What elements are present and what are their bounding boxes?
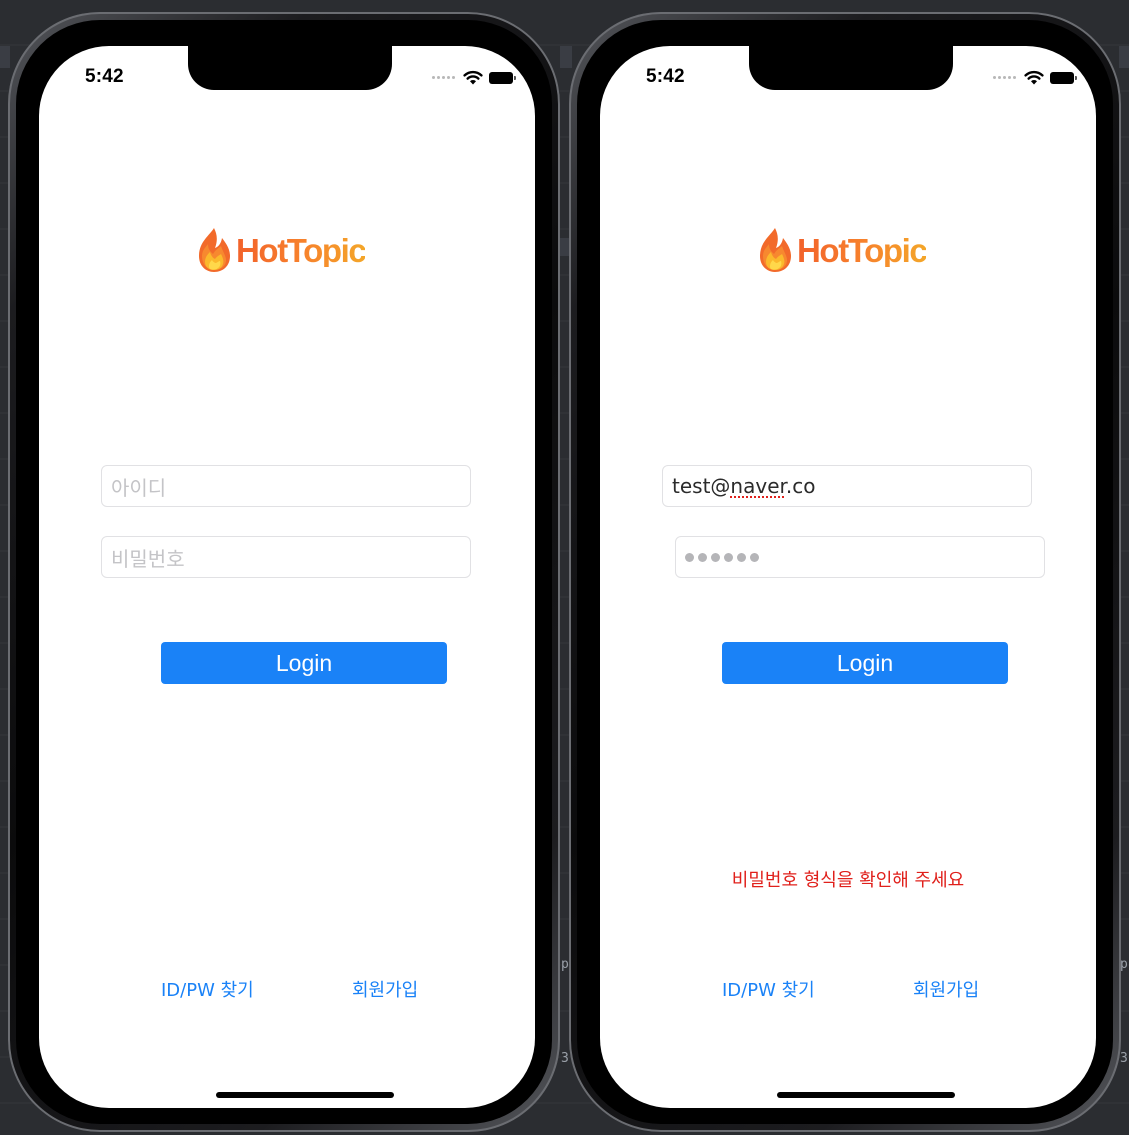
phone-frame-right: 5:42 HotTopic test@naver.co Login 비밀번호 형… xyxy=(569,12,1121,1132)
find-id-pw-link[interactable]: ID/PW 찾기 xyxy=(161,976,254,1002)
status-icons xyxy=(432,70,516,85)
signup-link[interactable]: 회원가입 xyxy=(913,976,979,1002)
status-time: 5:42 xyxy=(85,66,124,87)
signal-icon xyxy=(993,76,1016,79)
notch xyxy=(188,46,392,90)
phone-frame-left: 5:42 HotTopic 아이디 비밀번호 Login ID/PW 찾기 회원… xyxy=(8,12,560,1132)
login-button[interactable]: Login xyxy=(161,642,447,684)
editor-tab-strip-left xyxy=(0,46,10,68)
app-logo: HotTopic xyxy=(194,226,367,274)
login-button[interactable]: Login xyxy=(722,642,1008,684)
battery-icon xyxy=(489,71,516,84)
editor-tab-strip-middle xyxy=(560,46,572,68)
wifi-icon xyxy=(463,70,483,85)
flame-icon xyxy=(199,228,230,272)
logo-text: HotTopic xyxy=(236,231,367,269)
editor-glyph: 3 xyxy=(561,1051,569,1066)
phone-bezel: 5:42 HotTopic xyxy=(16,20,552,1124)
password-dot xyxy=(711,552,720,562)
home-indicator xyxy=(777,1092,955,1098)
editor-glyph: 3 xyxy=(1120,1051,1128,1066)
password-input[interactable] xyxy=(675,536,1045,578)
app-logo: HotTopic xyxy=(755,226,928,274)
password-dot xyxy=(737,552,746,562)
status-icons xyxy=(993,70,1077,85)
signal-icon xyxy=(432,76,455,79)
editor-glyph: p xyxy=(1120,957,1128,972)
id-value: test@naver.co xyxy=(672,474,815,498)
logo-text: HotTopic xyxy=(797,231,928,269)
id-value-misspelled: naver xyxy=(730,474,786,498)
find-id-pw-link[interactable]: ID/PW 찾기 xyxy=(722,976,815,1002)
id-input[interactable]: 아이디 xyxy=(101,465,471,507)
login-screen-error: 5:42 HotTopic test@naver.co Login 비밀번호 형… xyxy=(600,46,1096,1108)
login-screen-empty: 5:42 HotTopic 아이디 비밀번호 Login ID/PW 찾기 회원… xyxy=(39,46,535,1108)
password-dot xyxy=(685,552,694,562)
editor-glyph: p xyxy=(561,957,569,972)
battery-icon xyxy=(1050,71,1077,84)
status-time: 5:42 xyxy=(646,66,685,87)
id-value-suffix: .co xyxy=(785,474,816,498)
error-message: 비밀번호 형식을 확인해 주세요 xyxy=(731,870,965,891)
id-input[interactable]: test@naver.co xyxy=(662,465,1032,507)
id-value-prefix: test@ xyxy=(672,474,731,498)
password-mask xyxy=(685,552,759,562)
password-placeholder: 비밀번호 xyxy=(111,546,185,571)
wifi-icon xyxy=(1024,70,1044,85)
home-indicator xyxy=(216,1092,394,1098)
signup-link[interactable]: 회원가입 xyxy=(352,976,418,1002)
flame-icon xyxy=(760,228,791,272)
password-dot xyxy=(750,552,759,562)
password-dot xyxy=(724,552,733,562)
editor-tab-strip-right xyxy=(1119,46,1129,68)
notch xyxy=(749,46,953,90)
phone-bezel: 5:42 HotTopic xyxy=(577,20,1113,1124)
id-placeholder: 아이디 xyxy=(111,475,167,500)
password-dot xyxy=(698,552,707,562)
password-input[interactable]: 비밀번호 xyxy=(101,536,471,578)
